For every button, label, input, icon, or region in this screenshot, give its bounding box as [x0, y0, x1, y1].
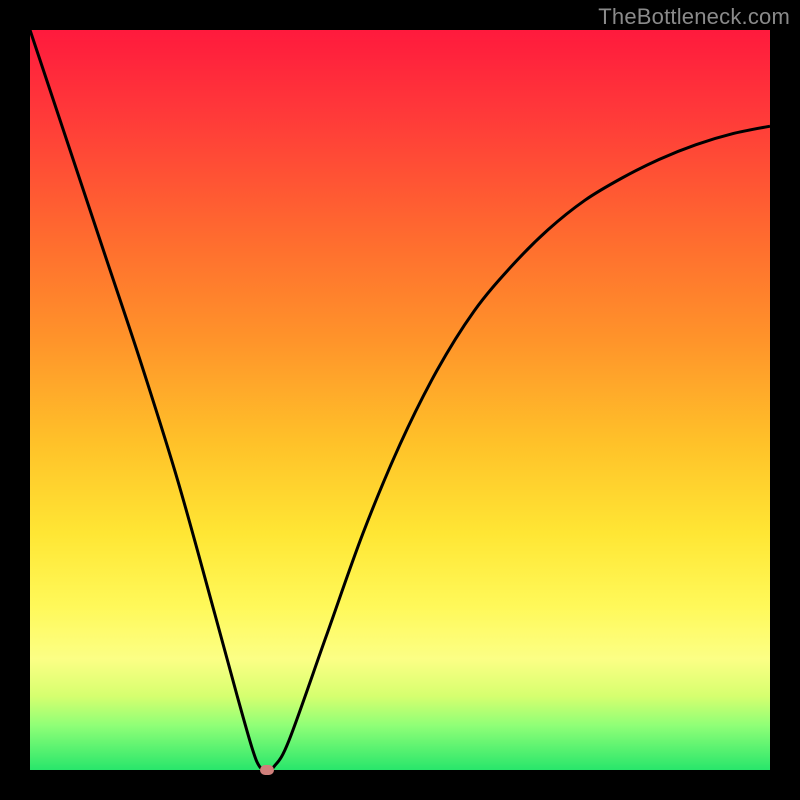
minimum-marker: [260, 765, 274, 775]
chart-frame: TheBottleneck.com: [0, 0, 800, 800]
bottleneck-curve: [30, 30, 770, 770]
curve-path: [30, 30, 770, 770]
watermark-text: TheBottleneck.com: [598, 4, 790, 30]
plot-area: [30, 30, 770, 770]
